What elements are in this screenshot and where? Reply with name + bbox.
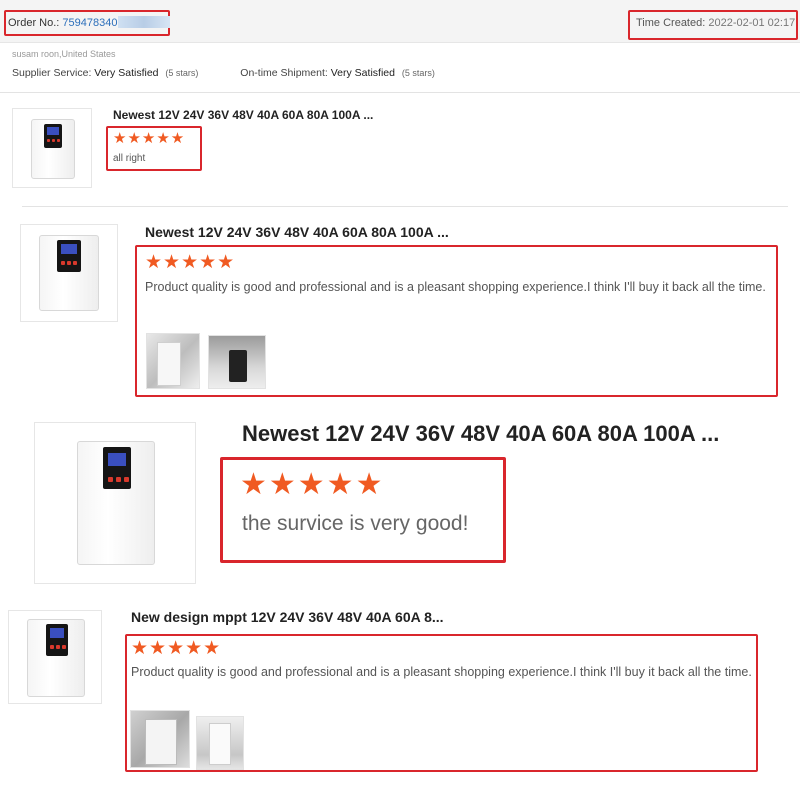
shipment-value: Very Satisfied [330, 67, 395, 79]
review-text: Product quality is good and professional… [131, 665, 752, 679]
buyer-location: susam roon,United States [12, 49, 116, 59]
order-number-link[interactable]: 759478340 [62, 17, 117, 29]
time-created: Time Created: 2022-02-01 02:17 [636, 17, 795, 29]
review-text: Product quality is good and professional… [145, 280, 766, 294]
review-photo-thumbnail[interactable] [208, 335, 266, 389]
shipment-stars: (5 stars) [401, 68, 435, 78]
review-photo-thumbnail[interactable] [196, 716, 244, 770]
charge-controller-image [27, 619, 85, 697]
review-divider [22, 206, 788, 207]
supplier-service-label: Supplier Service: [12, 67, 92, 79]
order-number-label: Order No.: [8, 17, 60, 29]
charge-controller-image [31, 119, 75, 179]
star-rating-icon: ★★★★★ [131, 638, 222, 659]
product-title-link[interactable]: Newest 12V 24V 36V 48V 40A 60A 80A 100A … [242, 421, 719, 447]
order-number-redacted [118, 16, 171, 28]
order-ratings: Supplier Service: Very Satisfied (5 star… [12, 67, 435, 79]
star-rating-icon: ★★★★★ [113, 130, 186, 147]
star-rating-icon: ★★★★★ [240, 468, 385, 501]
product-title-link[interactable]: Newest 12V 24V 36V 48V 40A 60A 80A 100A … [113, 108, 373, 122]
charge-controller-image [77, 441, 155, 565]
time-created-value: 2022-02-01 02:17 [708, 17, 796, 29]
supplier-service-value: Very Satisfied [94, 67, 159, 79]
product-title-link[interactable]: New design mppt 12V 24V 36V 48V 40A 60A … [131, 609, 444, 625]
review-photo-thumbnail[interactable] [130, 710, 190, 768]
review-text: all right [113, 153, 146, 164]
product-title-link[interactable]: Newest 12V 24V 36V 48V 40A 60A 80A 100A … [145, 224, 449, 240]
star-rating-icon: ★★★★★ [145, 252, 236, 273]
product-image[interactable] [20, 224, 118, 322]
charge-controller-image [39, 235, 99, 311]
time-created-label: Time Created: [636, 17, 706, 29]
product-image[interactable] [12, 108, 92, 188]
supplier-service-stars: (5 stars) [165, 68, 199, 78]
shipment-label: On-time Shipment: [240, 67, 328, 79]
header-divider [0, 92, 800, 93]
product-image[interactable] [34, 422, 196, 584]
order-number: Order No.: 759478340 [8, 16, 171, 29]
review-text: the survice is very good! [242, 512, 469, 535]
review-photo-thumbnail[interactable] [146, 333, 200, 389]
product-image[interactable] [8, 610, 102, 704]
